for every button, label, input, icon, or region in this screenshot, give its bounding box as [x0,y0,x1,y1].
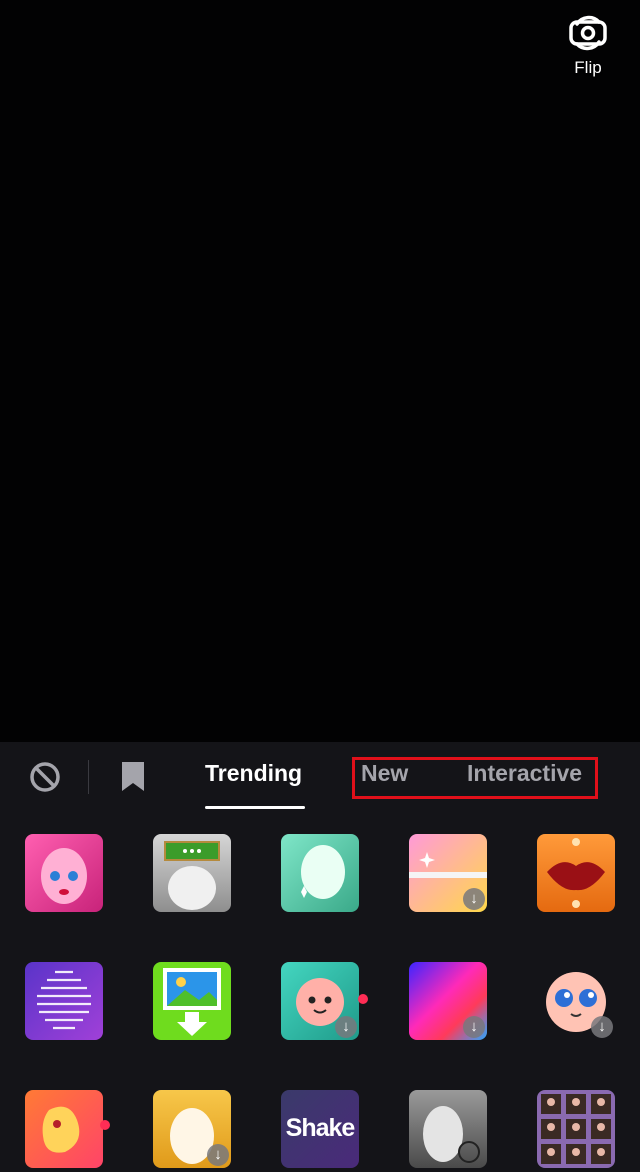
download-icon: ↓ [463,1016,485,1038]
flip-camera-icon [569,15,607,51]
bookmark-icon[interactable] [120,760,146,794]
download-icon: ↓ [591,1016,613,1038]
shake-label: Shake [285,1114,356,1142]
tab-active-indicator [205,806,305,809]
effects-panel: Trending New Interactive ↓ ↓ ↓ ↓ ↓ Shake [0,742,640,1172]
orange-blob-effect[interactable] [25,1090,103,1168]
big-eyes-effect[interactable]: ↓ [537,962,615,1040]
highlight-box [352,757,598,799]
toilet-effect[interactable] [153,834,231,912]
pink-face-effect[interactable] [25,834,103,912]
photo-download-effect[interactable] [153,962,231,1040]
tab-trending[interactable]: Trending [205,760,302,787]
new-dot-badge [358,994,368,1004]
download-icon: ↓ [335,1016,357,1038]
lips-effect[interactable] [537,834,615,912]
download-icon: ↓ [463,888,485,910]
shake-effect[interactable]: Shake [281,1090,359,1168]
grey-mask-effect[interactable] [409,1090,487,1168]
color-gradient-effect[interactable]: ↓ [409,962,487,1040]
cute-face-scan-effect[interactable]: ↓ [281,962,359,1040]
camera-viewport [0,0,640,742]
gold-mask-effect[interactable]: ↓ [153,1090,231,1168]
download-icon: ↓ [207,1144,229,1166]
fingerprint-effect[interactable] [25,962,103,1040]
gold-sparkle-effect[interactable]: ↓ [409,834,487,912]
photo-grid-effect[interactable] [537,1090,615,1168]
flip-camera-button[interactable]: Flip [562,10,614,78]
green-mask-effect[interactable] [281,834,359,912]
effects-tab-bar: Trending New Interactive [0,742,640,812]
flip-label: Flip [574,58,602,77]
no-effect-icon[interactable] [28,760,62,794]
tab-divider [88,760,89,794]
new-dot-badge [100,1120,110,1130]
